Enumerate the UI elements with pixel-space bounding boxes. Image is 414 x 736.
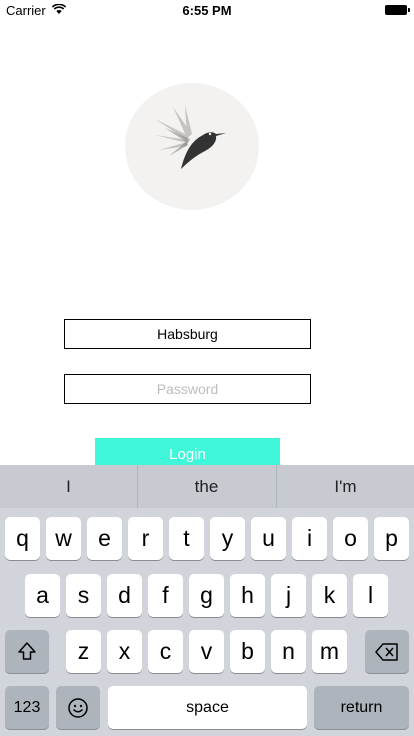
key-l[interactable]: l [353, 574, 388, 617]
suggestion-item[interactable]: the [138, 465, 275, 508]
key-q[interactable]: q [5, 517, 40, 560]
password-field[interactable] [64, 374, 311, 404]
delete-key[interactable] [365, 630, 409, 673]
return-key[interactable]: return [314, 686, 409, 729]
status-bar: Carrier 6:55 PM [0, 0, 414, 20]
key-y[interactable]: y [210, 517, 245, 560]
clock: 6:55 PM [182, 3, 232, 18]
key-x[interactable]: x [107, 630, 142, 673]
key-o[interactable]: o [333, 517, 368, 560]
key-g[interactable]: g [189, 574, 224, 617]
key-b[interactable]: b [230, 630, 265, 673]
emoji-key[interactable] [56, 686, 100, 729]
key-e[interactable]: e [87, 517, 122, 560]
username-field[interactable] [64, 319, 311, 349]
shift-icon [18, 642, 36, 660]
key-d[interactable]: d [107, 574, 142, 617]
key-k[interactable]: k [312, 574, 347, 617]
key-h[interactable]: h [230, 574, 265, 617]
numbers-key[interactable]: 123 [5, 686, 49, 729]
key-z[interactable]: z [66, 630, 101, 673]
key-r[interactable]: r [128, 517, 163, 560]
key-s[interactable]: s [66, 574, 101, 617]
key-w[interactable]: w [46, 517, 81, 560]
suggestion-bar: I the I'm [0, 465, 414, 508]
suggestion-item[interactable]: I'm [277, 465, 414, 508]
space-key[interactable]: space [108, 686, 307, 729]
shift-key[interactable] [5, 630, 49, 673]
key-c[interactable]: c [148, 630, 183, 673]
app-logo [125, 83, 259, 210]
login-button[interactable]: Login [95, 438, 280, 468]
key-p[interactable]: p [374, 517, 409, 560]
key-t[interactable]: t [169, 517, 204, 560]
key-v[interactable]: v [189, 630, 224, 673]
key-a[interactable]: a [25, 574, 60, 617]
key-j[interactable]: j [271, 574, 306, 617]
emoji-icon [68, 698, 88, 718]
key-u[interactable]: u [251, 517, 286, 560]
battery-icon [385, 5, 410, 15]
key-i[interactable]: i [292, 517, 327, 560]
hummingbird-logo-icon [155, 105, 226, 169]
key-n[interactable]: n [271, 630, 306, 673]
delete-icon [375, 643, 398, 661]
keyboard: I the I'm q w e r t y u i o p a s d f g … [0, 465, 414, 736]
key-f[interactable]: f [148, 574, 183, 617]
key-m[interactable]: m [312, 630, 347, 673]
suggestion-item[interactable]: I [0, 465, 137, 508]
